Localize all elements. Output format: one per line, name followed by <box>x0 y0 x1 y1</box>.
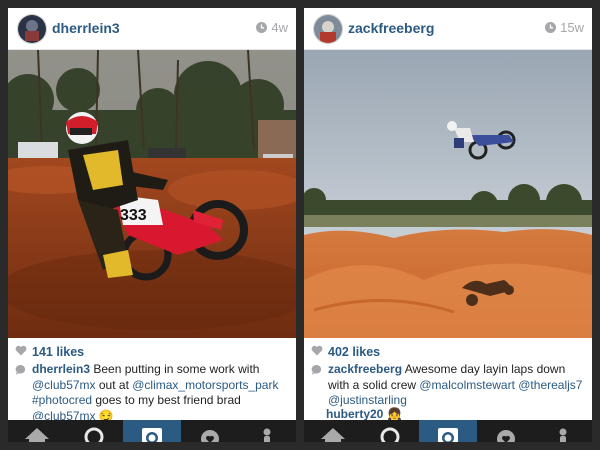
tab-profile[interactable] <box>534 420 592 442</box>
caption-mention[interactable]: @therealjs7 <box>518 378 582 392</box>
caption-mention[interactable]: @club57mx <box>32 378 96 392</box>
home-icon <box>24 420 50 442</box>
likes-count[interactable]: 402 likes <box>328 345 380 359</box>
tab-home[interactable] <box>304 420 362 442</box>
post-header: zackfreeberg 15w <box>304 8 592 50</box>
caption-fragment: out at <box>95 377 133 392</box>
heart-icon <box>15 343 27 361</box>
comment-icon <box>311 362 323 409</box>
heart-icon <box>197 420 223 442</box>
caption-text: dherrlein3 Been putting in some work wit… <box>32 362 290 424</box>
profile-icon <box>550 420 576 442</box>
clock-icon <box>545 22 557 33</box>
post-username[interactable]: zackfreeberg <box>348 20 434 36</box>
tab-explore[interactable] <box>66 420 124 442</box>
tab-explore[interactable] <box>362 420 420 442</box>
avatar[interactable] <box>313 14 343 44</box>
explore-icon <box>81 420 107 442</box>
caption-mention[interactable]: @climax_motorsports_park <box>132 378 278 392</box>
comment-username[interactable]: huberty20 <box>326 407 383 421</box>
caption: dherrlein3 Been putting in some work wit… <box>15 362 290 424</box>
avatar[interactable] <box>17 14 47 44</box>
caption-username[interactable]: dherrlein3 <box>32 362 90 376</box>
caption-fragment: goes to my best friend brad <box>92 393 241 407</box>
post-card-dherrlein3: dherrlein3 4w 333 141 likes dherrlein3 B… <box>8 8 296 442</box>
caption: zackfreeberg Awesome day layin laps down… <box>311 362 586 409</box>
heart-icon <box>311 343 323 361</box>
camera-icon <box>435 420 461 442</box>
heart-icon <box>493 420 519 442</box>
post-username[interactable]: dherrlein3 <box>52 20 120 36</box>
tab-home[interactable] <box>8 420 66 442</box>
caption-mention[interactable]: @justinstarling <box>328 393 407 407</box>
tab-camera[interactable] <box>419 420 477 442</box>
post-header: dherrlein3 4w <box>8 8 296 50</box>
likes-row[interactable]: 402 likes <box>311 344 380 360</box>
comment-emoji: 👧 <box>387 407 403 421</box>
post-photo[interactable]: 333 <box>8 50 296 338</box>
post-timestamp: 15w <box>545 20 584 35</box>
caption-mention[interactable]: #photocred <box>32 393 92 407</box>
time-label: 15w <box>560 20 584 35</box>
clock-icon <box>256 22 268 33</box>
tab-bar <box>304 420 592 442</box>
caption-text: zackfreeberg Awesome day layin laps down… <box>328 362 586 409</box>
likes-row[interactable]: 141 likes <box>15 344 84 360</box>
tab-activity[interactable] <box>477 420 535 442</box>
bike-number-plate: 333 <box>120 207 147 224</box>
time-label: 4w <box>271 20 288 35</box>
post-timestamp: 4w <box>256 20 288 35</box>
post-photo[interactable] <box>304 50 592 338</box>
comment-icon <box>15 362 27 424</box>
home-icon <box>320 420 346 442</box>
post-card-zackfreeberg: zackfreeberg 15w 402 likes zackfreeberg … <box>304 8 592 442</box>
caption-username[interactable]: zackfreeberg <box>328 362 402 376</box>
profile-icon <box>254 420 280 442</box>
tab-camera[interactable] <box>123 420 181 442</box>
caption-mention[interactable]: @malcolmstewart <box>419 378 515 392</box>
tab-profile[interactable] <box>238 420 296 442</box>
comment: huberty20 👧 <box>326 407 402 421</box>
tab-bar <box>8 420 296 442</box>
tab-activity[interactable] <box>181 420 239 442</box>
caption-fragment: Been putting in some work with <box>93 362 260 376</box>
camera-icon <box>139 420 165 442</box>
likes-count[interactable]: 141 likes <box>32 345 84 359</box>
explore-icon <box>377 420 403 442</box>
